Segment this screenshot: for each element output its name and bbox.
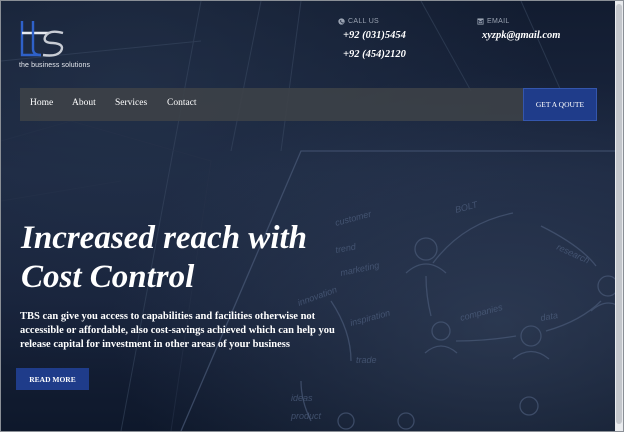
tbs-logo-icon xyxy=(20,21,64,57)
hero-headline-line-1: Increased reach with xyxy=(21,220,308,256)
hero-headline: Increased reach with Cost Control xyxy=(21,219,361,297)
svg-text:BOLT: BOLT xyxy=(454,199,480,215)
vertical-scrollbar[interactable] xyxy=(615,1,623,431)
hero-headline-line-2: Cost Control xyxy=(21,259,195,295)
nav-item-about[interactable]: About xyxy=(72,98,96,108)
email-address[interactable]: xyzpk@gmail.com xyxy=(482,30,560,41)
brand-logo[interactable]: the business solutions xyxy=(19,19,109,71)
phone-number-2[interactable]: +92 (454)2120 xyxy=(343,49,406,60)
svg-text:product: product xyxy=(290,411,322,421)
nav-item-contact[interactable]: Contact xyxy=(167,98,197,108)
email-label-text: EMAIL xyxy=(487,18,510,25)
email-label: EMAIL xyxy=(477,18,510,25)
brand-tagline: the business solutions xyxy=(19,62,91,69)
get-a-quote-button[interactable]: GET A QOUTE xyxy=(523,88,597,121)
svg-text:inspiration: inspiration xyxy=(349,308,391,328)
read-more-button[interactable]: READ MORE xyxy=(16,368,89,390)
nav-item-home[interactable]: Home xyxy=(30,98,53,108)
call-us-label: CALL US xyxy=(338,18,379,25)
mail-icon xyxy=(477,18,484,25)
main-navbar: Home About Services Contact GET A QOUTE xyxy=(20,88,597,121)
phone-icon xyxy=(338,18,345,25)
scrollbar-thumb[interactable] xyxy=(616,4,622,424)
svg-text:companies: companies xyxy=(459,302,504,323)
call-us-text: CALL US xyxy=(348,18,380,25)
page-frame: customer trend marketing innovation insp… xyxy=(0,0,624,432)
hero-description: TBS can give you access to capabilities … xyxy=(20,311,335,350)
svg-text:ideas: ideas xyxy=(291,393,313,403)
phone-number-1[interactable]: +92 (031)5454 xyxy=(343,30,406,41)
svg-text:data: data xyxy=(540,310,559,323)
svg-text:trade: trade xyxy=(356,355,377,365)
nav-item-services[interactable]: Services xyxy=(115,98,147,108)
